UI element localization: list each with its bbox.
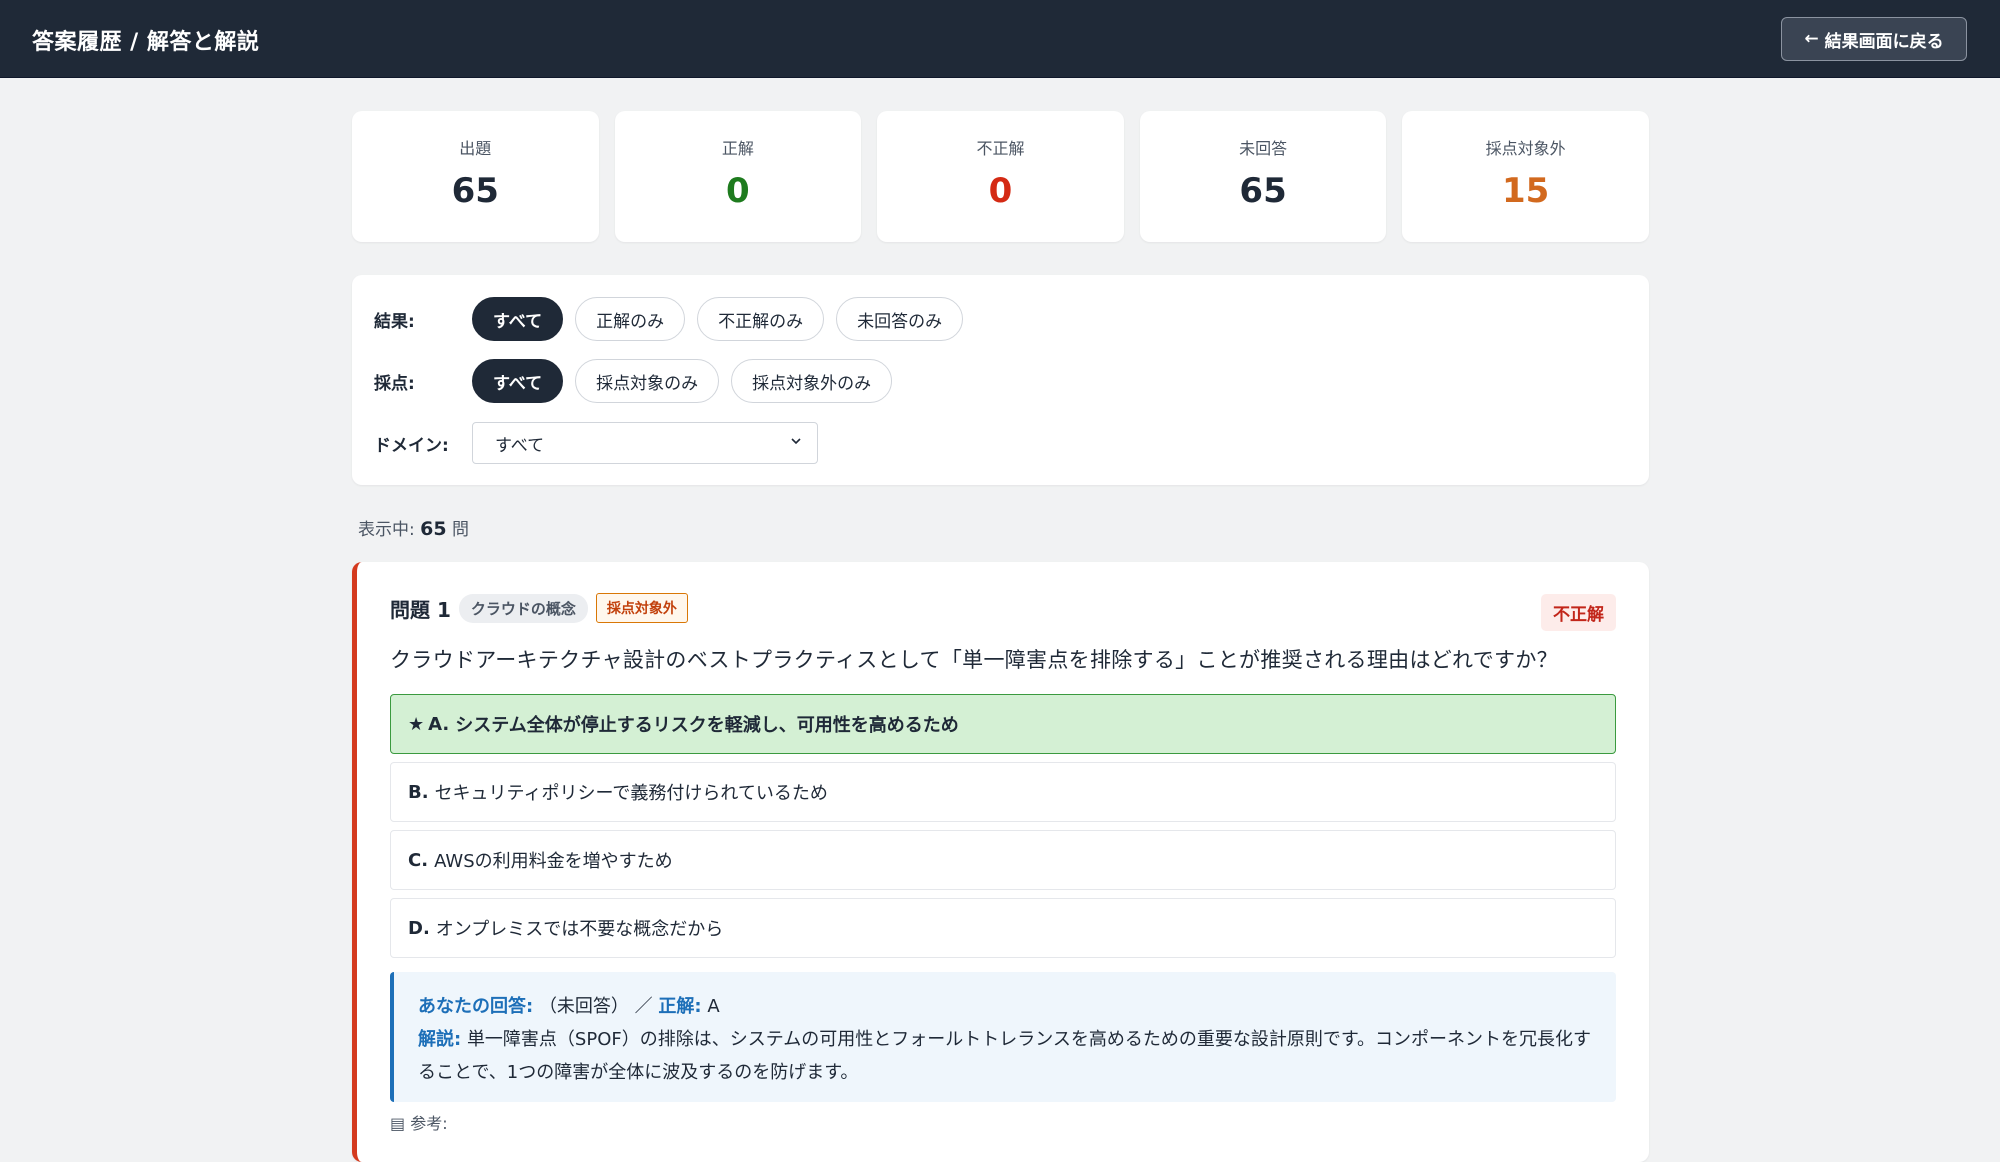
choice-text: システム全体が停止するリスクを軽減し、可用性を高めるため: [455, 715, 959, 736]
stat-card-excluded: 採点対象外 15: [1402, 111, 1649, 242]
result-filter-incorrect[interactable]: 不正解のみ: [697, 297, 825, 341]
choice-text: オンプレミスでは不要な概念だから: [435, 919, 724, 940]
domain-select[interactable]: すべて: [472, 422, 818, 464]
scoring-filter-excluded[interactable]: 採点対象外のみ: [731, 359, 893, 403]
question-text: クラウドアーキテクチャ設計のベストプラクティスとして「単一障害点を排除する」こと…: [390, 648, 1558, 672]
scoring-filter-label: 採点:: [374, 373, 415, 394]
stat-value: 15: [1502, 171, 1550, 211]
choice-a: ★ A. システム全体が停止するリスクを軽減し、可用性を高めるため: [390, 694, 1616, 754]
scoring-filter-all[interactable]: すべて: [472, 359, 564, 403]
stat-value: 0: [988, 171, 1013, 211]
book-icon: ▤: [390, 1114, 406, 1133]
result-filter-correct[interactable]: 正解のみ: [575, 297, 686, 341]
result-filter-label: 結果:: [374, 311, 415, 332]
result-count: 表示中: 65 問: [352, 515, 1649, 540]
stat-value: 0: [726, 171, 750, 211]
question-card: 問題 1 クラウドの概念 採点対象外 不正解 クラウドアーキテクチャ設計のベスト…: [352, 562, 1649, 1162]
result-filter-unanswered[interactable]: 未回答のみ: [836, 297, 964, 341]
correct-answer-label: 正解:: [658, 996, 702, 1017]
back-to-results-button[interactable]: ← 結果画面に戻る: [1781, 17, 1967, 61]
explanation-text: 単一障害点（SPOF）の排除は、システムの可用性とフォールトトレランスを高めるた…: [418, 1029, 1592, 1083]
choice-letter: D.: [408, 917, 430, 939]
page-title: 答案履歴 / 解答と解説: [32, 30, 260, 55]
choice-d: D. オンプレミスでは不要な概念だから: [390, 898, 1616, 958]
scoring-filter-row: 採点: すべて 採点対象のみ 採点対象外のみ: [374, 359, 1627, 403]
stat-card-incorrect: 不正解 0: [877, 111, 1124, 242]
domain-select-value: すべて: [495, 435, 545, 456]
stat-value: 65: [1239, 171, 1287, 211]
answer-line: あなたの回答: （未回答） ／ 正解: A: [418, 990, 1592, 1023]
stat-label: 正解: [721, 139, 754, 158]
reference-line: ▤ 参考:: [390, 1110, 1616, 1134]
choice-letter: B.: [408, 781, 429, 803]
stat-label: 不正解: [976, 139, 1025, 158]
question-number: 問題 1: [390, 597, 451, 622]
choice-b: B. セキュリティポリシーで義務付けられているため: [390, 762, 1616, 822]
chevron-down-icon: [789, 433, 803, 453]
choice-letter: C.: [408, 849, 429, 871]
star-icon: ★: [408, 713, 425, 735]
explanation-line: 解説: 単一障害点（SPOF）の排除は、システムの可用性とフォールトトレランスを…: [418, 1023, 1592, 1089]
result-filter-all[interactable]: すべて: [472, 297, 564, 341]
domain-filter-row: ドメイン: すべて: [374, 421, 1627, 465]
stat-label: 採点対象外: [1485, 139, 1566, 158]
explanation-label: 解説:: [418, 1029, 462, 1050]
choice-text: AWSの利用料金を増やすため: [434, 851, 673, 872]
choice-c: C. AWSの利用料金を増やすため: [390, 830, 1616, 890]
stat-card-correct: 正解 0: [614, 111, 862, 242]
excluded-tag: 採点対象外: [595, 593, 688, 623]
stat-card-total: 出題 65: [352, 111, 599, 242]
count-suffix: 問: [452, 520, 469, 540]
explanation-box: あなたの回答: （未回答） ／ 正解: A 解説: 単一障害点（SPOF）の排除…: [390, 972, 1616, 1102]
answer-separator: ／: [634, 996, 653, 1017]
stat-label: 未回答: [1239, 139, 1288, 158]
stat-label: 出題: [459, 139, 492, 158]
result-filter-row: 結果: すべて 正解のみ 不正解のみ 未回答のみ: [374, 297, 1627, 341]
correct-answer-value: A: [707, 996, 720, 1017]
arrow-left-icon: ←: [1804, 29, 1819, 49]
question-header: 問題 1 クラウドの概念 採点対象外: [390, 592, 1616, 624]
reference-label: 参考:: [410, 1114, 448, 1133]
count-prefix: 表示中:: [358, 520, 415, 540]
back-button-label: 結果画面に戻る: [1824, 31, 1944, 52]
choice-text: セキュリティポリシーで義務付けられているため: [434, 783, 828, 804]
stat-card-unanswered: 未回答 65: [1139, 111, 1387, 242]
your-answer-value: （未回答）: [538, 996, 629, 1017]
scoring-filter-scored[interactable]: 採点対象のみ: [575, 359, 720, 403]
stats-row: 出題 65 正解 0 不正解 0 未回答 65 採点対象外 15: [352, 111, 1649, 242]
domain-filter-label: ドメイン:: [374, 435, 449, 456]
your-answer-label: あなたの回答:: [418, 996, 534, 1017]
domain-tag: クラウドの概念: [458, 593, 588, 623]
verdict-badge: 不正解: [1541, 594, 1616, 631]
filter-panel: 結果: すべて 正解のみ 不正解のみ 未回答のみ 採点: すべて 採点対象のみ …: [352, 275, 1649, 485]
stat-value: 65: [451, 171, 499, 211]
choices-list: ★ A. システム全体が停止するリスクを軽減し、可用性を高めるため B. セキュ…: [390, 694, 1616, 958]
main-content: 出題 65 正解 0 不正解 0 未回答 65 採点対象外 15 結果: すべて…: [352, 111, 1649, 1162]
choice-letter: A.: [428, 713, 450, 735]
count-value: 65: [420, 518, 447, 540]
top-navbar: 答案履歴 / 解答と解説 ← 結果画面に戻る: [0, 0, 2000, 78]
